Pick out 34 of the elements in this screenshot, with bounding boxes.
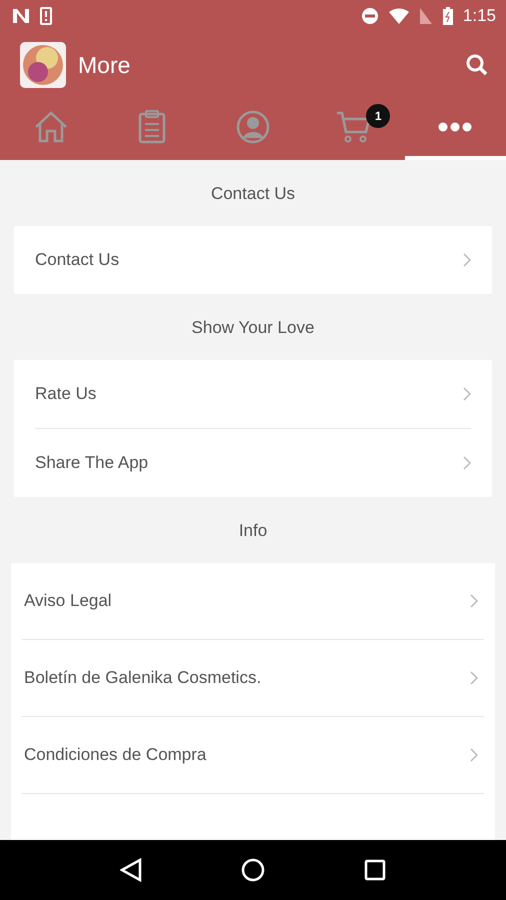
- home-icon: [32, 110, 69, 144]
- profile-icon: [236, 110, 270, 144]
- cart-count-badge: 1: [366, 104, 390, 128]
- status-time: 1:15: [462, 6, 496, 26]
- recents-icon[interactable]: [364, 859, 386, 881]
- home-button-icon[interactable]: [240, 858, 265, 882]
- menu-item[interactable]: Share The App: [35, 428, 471, 497]
- app-logo-icon: [20, 42, 66, 88]
- menu-item[interactable]: Contact Us: [35, 226, 471, 294]
- alert-icon: [40, 7, 52, 25]
- chevron-icon: [470, 748, 478, 762]
- section-header: Show Your Love: [190, 317, 316, 339]
- nav-tab[interactable]: 1: [304, 98, 405, 160]
- more-icon: [438, 122, 472, 132]
- menu-item[interactable]: Aviso Legal: [22, 563, 484, 639]
- clipboard-icon: [138, 110, 166, 144]
- menu-item[interactable]: Rate Us: [35, 360, 471, 428]
- menu-item[interactable]: Condiciones de Compra: [22, 716, 484, 793]
- signal-icon: [418, 7, 433, 25]
- search-icon[interactable]: [466, 54, 488, 76]
- chevron-icon: [470, 671, 478, 685]
- back-icon[interactable]: [120, 858, 142, 882]
- chevron-icon: [470, 594, 478, 608]
- chevron-icon: [463, 456, 471, 470]
- screen-title: More: [78, 52, 132, 78]
- wifi-icon: [388, 8, 409, 24]
- battery-icon: [442, 7, 453, 25]
- section-header: Contact Us: [210, 183, 296, 205]
- notification-icon: [12, 8, 30, 24]
- menu-item[interactable]: Boletín de Galenika Cosmetics.: [22, 639, 484, 716]
- section-header: Info: [238, 520, 268, 542]
- chevron-icon: [463, 387, 471, 401]
- chevron-icon: [463, 253, 471, 267]
- do-not-disturb-icon: [360, 7, 379, 25]
